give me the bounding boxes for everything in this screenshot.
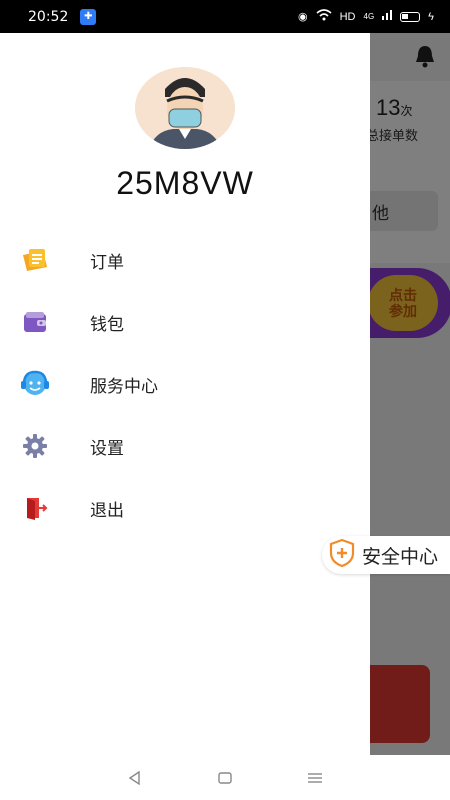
menu-item-service-center[interactable]: 服务中心 [0, 353, 370, 415]
safety-center-button[interactable]: 安全中心 [322, 536, 450, 574]
network-type: HD [339, 10, 356, 23]
menu-item-logout[interactable]: 退出 [0, 477, 370, 539]
signal-label: 4G [363, 12, 375, 21]
menu-label-logout: 退出 [90, 500, 124, 520]
exit-door-icon [20, 493, 50, 523]
username: 25M8VW [116, 165, 254, 201]
status-indicators: ◉ HD 4G ϟ [298, 9, 434, 24]
gear-icon [20, 431, 50, 461]
status-time: 20:52 [28, 8, 69, 25]
order-notes-icon [20, 245, 50, 275]
home-icon[interactable] [215, 768, 235, 788]
wifi-icon [316, 9, 332, 24]
charging-icon: ϟ [428, 10, 434, 23]
customer-service-icon [20, 369, 50, 399]
drawer-menu: 订单 钱包 服务中心 设置 退出 [0, 229, 370, 539]
location-icon: ◉ [298, 11, 308, 23]
shield-plus-icon [328, 538, 356, 573]
menu-item-settings[interactable]: 设置 [0, 415, 370, 477]
back-icon[interactable] [125, 768, 145, 788]
menu-item-wallet[interactable]: 钱包 [0, 291, 370, 353]
menu-label-wallet: 钱包 [90, 314, 124, 334]
battery-icon [400, 11, 421, 22]
app-notification-icon: ✚ [80, 8, 97, 25]
menu-item-orders[interactable]: 订单 [0, 229, 370, 291]
system-nav-bar [0, 755, 450, 800]
recents-menu-icon[interactable] [305, 768, 325, 788]
menu-label-settings: 设置 [90, 438, 124, 458]
wallet-icon [20, 307, 50, 337]
navigation-drawer: 25M8VW 订单 钱包 服务中心 设置 退出 [0, 33, 370, 755]
safety-center-label: 安全中心 [362, 546, 439, 568]
signal-icon [382, 10, 393, 23]
avatar[interactable] [135, 67, 235, 149]
menu-label-service-center: 服务中心 [90, 376, 158, 396]
status-bar: 20:52 ✚ ◉ HD 4G ϟ [0, 0, 450, 33]
menu-label-orders: 订单 [90, 252, 124, 272]
